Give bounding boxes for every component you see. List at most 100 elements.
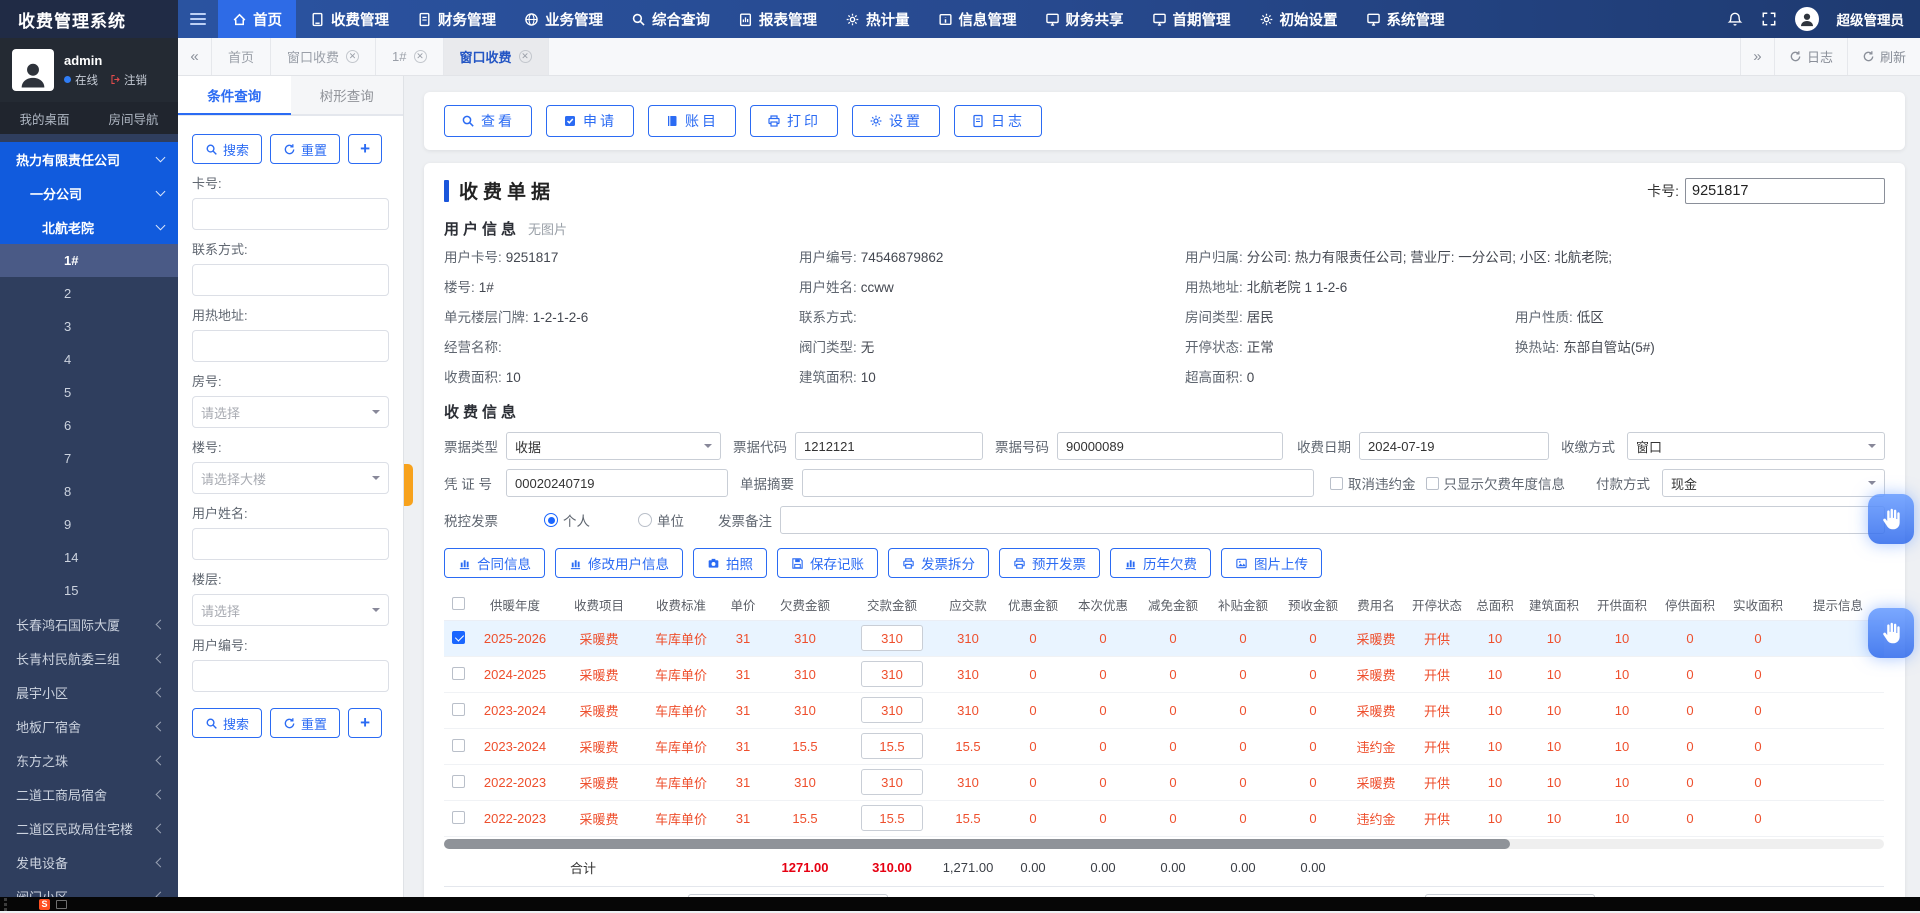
tree-item[interactable]: 15: [0, 574, 178, 607]
log-button[interactable]: 日志: [1774, 38, 1847, 75]
pay-amount-input[interactable]: [861, 661, 923, 687]
card-number-input[interactable]: [1685, 178, 1885, 204]
refresh-button[interactable]: 刷新: [1847, 38, 1920, 75]
add-button[interactable]: +: [348, 708, 382, 738]
touch-scroll-button[interactable]: [1868, 494, 1914, 544]
field-input[interactable]: [192, 264, 389, 296]
invoice-note-input[interactable]: [780, 506, 1885, 534]
row-checkbox[interactable]: [452, 739, 465, 752]
field-select[interactable]: 请选择: [192, 396, 389, 428]
personal-radio[interactable]: [544, 513, 558, 527]
tree-item[interactable]: 晨宇小区: [0, 675, 178, 709]
main-menu-item[interactable]: 综合查询: [617, 0, 724, 38]
row-checkbox[interactable]: [452, 811, 465, 824]
tree-item[interactable]: 一分公司: [0, 176, 178, 210]
field-select[interactable]: 请选择: [192, 594, 389, 626]
reset-button[interactable]: 重置: [270, 708, 340, 738]
action-button[interactable]: 图片上传: [1221, 548, 1322, 578]
action-button[interactable]: 拍照: [693, 548, 767, 578]
field-select[interactable]: 请选择大楼: [192, 462, 389, 494]
bell-icon[interactable]: [1727, 11, 1743, 27]
table-row[interactable]: 2023-2024 采暖费 车库单价 31 310 310 0 0 0 0 0 …: [444, 692, 1884, 728]
pay-method-select[interactable]: 现金: [1662, 469, 1885, 497]
panel-collapse-handle[interactable]: [404, 464, 413, 506]
field-input[interactable]: [192, 660, 389, 692]
action-button[interactable]: 发票拆分: [888, 548, 989, 578]
tree-item[interactable]: 8: [0, 475, 178, 508]
table-row[interactable]: 2025-2026 采暖费 车库单价 31 310 310 0 0 0 0 0 …: [444, 620, 1884, 656]
row-checkbox[interactable]: [452, 667, 465, 680]
only-arrears-checkbox[interactable]: [1426, 477, 1439, 490]
toolbar-button[interactable]: 申请: [546, 105, 634, 137]
ticket-no-input[interactable]: [1057, 432, 1283, 460]
toolbar-button[interactable]: 查看: [444, 105, 532, 137]
close-icon[interactable]: ✕: [519, 50, 532, 63]
tree-item[interactable]: 发电设备: [0, 845, 178, 879]
pay-amount-input[interactable]: [861, 625, 923, 651]
main-menu-item[interactable]: 首页: [218, 0, 296, 38]
main-menu-item[interactable]: 业务管理: [510, 0, 617, 38]
sidebar-tab[interactable]: 房间导航: [89, 102, 178, 134]
tree-item[interactable]: 二道区民政局住宅楼: [0, 811, 178, 845]
page-tab[interactable]: 窗口收费 ✕: [444, 38, 549, 75]
main-menu-item[interactable]: 收费管理: [296, 0, 403, 38]
row-checkbox[interactable]: [452, 631, 465, 644]
channel-select[interactable]: 窗口: [1627, 432, 1885, 460]
row-checkbox[interactable]: [452, 703, 465, 716]
cancel-penalty-checkbox[interactable]: [1330, 477, 1343, 490]
add-button[interactable]: +: [348, 134, 382, 164]
tree-item[interactable]: 1#: [0, 244, 178, 277]
tree-item[interactable]: 二道工商局宿舍: [0, 777, 178, 811]
table-row[interactable]: 2023-2024 采暖费 车库单价 31 15.5 15.5 0 0 0 0 …: [444, 728, 1884, 764]
tree-item[interactable]: 5: [0, 376, 178, 409]
close-icon[interactable]: ✕: [346, 50, 359, 63]
tree-item[interactable]: 长春鸿石国际大厦: [0, 607, 178, 641]
main-menu-item[interactable]: 系统管理: [1352, 0, 1459, 38]
page-tab[interactable]: 窗口收费 ✕: [271, 38, 376, 75]
search-button[interactable]: 搜索: [192, 708, 262, 738]
ticket-code-input[interactable]: [795, 432, 983, 460]
scroll-tabs-left-icon[interactable]: «: [178, 38, 212, 75]
sogou-input-icon[interactable]: S: [39, 899, 50, 910]
tree-item[interactable]: 7: [0, 442, 178, 475]
voucher-input[interactable]: [506, 469, 728, 497]
main-menu-item[interactable]: 报表管理: [724, 0, 831, 38]
touch-scroll-button[interactable]: [1868, 608, 1914, 658]
reset-button[interactable]: 重置: [270, 134, 340, 164]
sidebar-tab[interactable]: 我的桌面: [0, 102, 89, 134]
toolbar-button[interactable]: 打印: [750, 105, 838, 137]
tree-item[interactable]: 3: [0, 310, 178, 343]
action-button[interactable]: 保存记账: [777, 548, 878, 578]
main-menu-item[interactable]: 信息管理: [924, 0, 1031, 38]
action-button[interactable]: 合同信息: [444, 548, 545, 578]
main-menu-item[interactable]: 首期管理: [1138, 0, 1245, 38]
user-role[interactable]: 超级管理员: [1837, 9, 1905, 29]
action-button[interactable]: 修改用户信息: [555, 548, 683, 578]
search-panel-tab[interactable]: 树形查询: [291, 76, 404, 115]
main-menu-item[interactable]: 财务管理: [403, 0, 510, 38]
pay-amount-input[interactable]: [861, 769, 923, 795]
scrollbar-thumb[interactable]: [444, 839, 1510, 849]
ticket-type-select[interactable]: 收据: [506, 432, 721, 460]
row-checkbox[interactable]: [452, 775, 465, 788]
fullscreen-icon[interactable]: [1761, 11, 1777, 27]
close-icon[interactable]: ✕: [414, 50, 427, 63]
fee-date-input[interactable]: [1359, 432, 1549, 460]
tree-item[interactable]: 热力有限责任公司: [0, 142, 178, 176]
table-row[interactable]: 2022-2023 采暖费 车库单价 31 15.5 15.5 0 0 0 0 …: [444, 800, 1884, 836]
tree-item[interactable]: 东方之珠: [0, 743, 178, 777]
action-button[interactable]: 历年欠费: [1110, 548, 1211, 578]
main-menu-item[interactable]: 财务共享: [1031, 0, 1138, 38]
search-panel-tab[interactable]: 条件查询: [178, 76, 291, 115]
horizontal-scrollbar[interactable]: [444, 839, 1884, 849]
pay-amount-input[interactable]: [861, 733, 923, 759]
tree-item[interactable]: 6: [0, 409, 178, 442]
table-row[interactable]: 2024-2025 采暖费 车库单价 31 310 310 0 0 0 0 0 …: [444, 656, 1884, 692]
field-input[interactable]: [192, 330, 389, 362]
tree-item[interactable]: 地板厂宿舍: [0, 709, 178, 743]
user-avatar[interactable]: [12, 49, 54, 91]
table-row[interactable]: 2022-2023 采暖费 车库单价 31 310 310 0 0 0 0 0 …: [444, 764, 1884, 800]
action-button[interactable]: 预开发票: [999, 548, 1100, 578]
summary-input[interactable]: [802, 469, 1314, 497]
toolbar-button[interactable]: 账目: [648, 105, 736, 137]
